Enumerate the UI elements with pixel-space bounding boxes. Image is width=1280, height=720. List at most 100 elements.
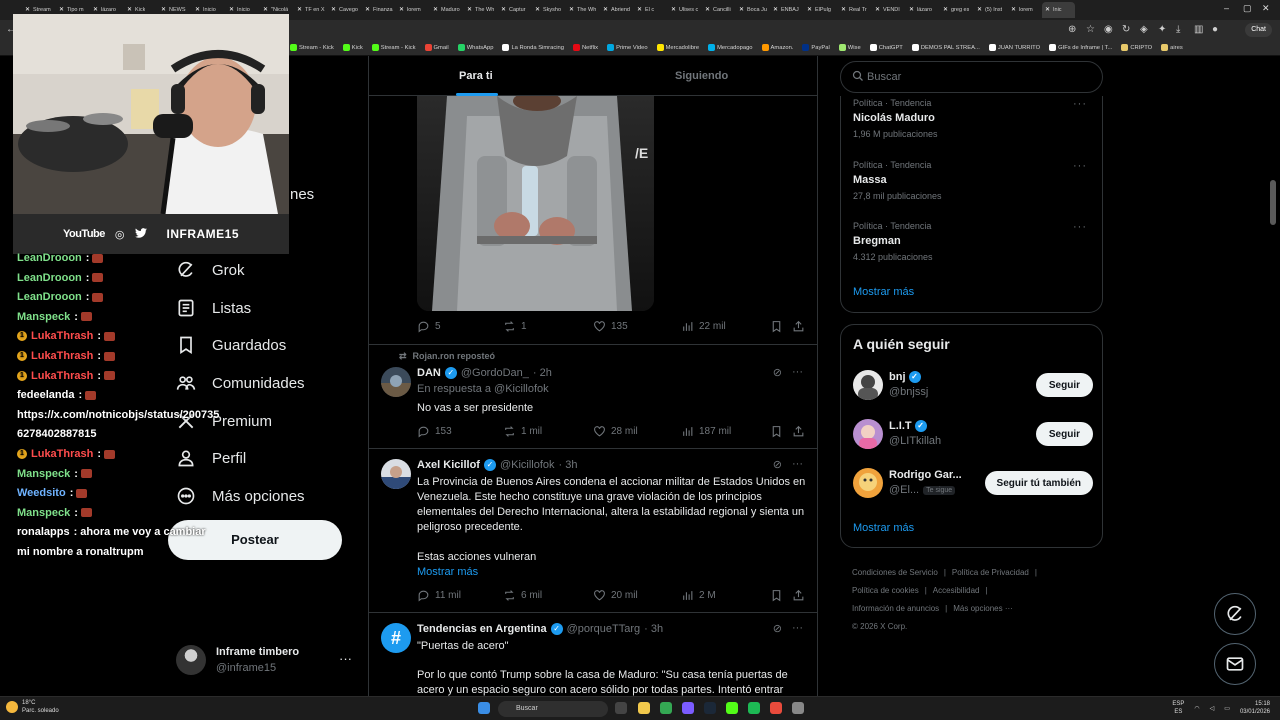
bookmark-item[interactable]: PayPal [802,44,830,51]
tab-following[interactable]: Siguiendo [675,70,728,82]
maximize-window-icon[interactable]: ▢ [1243,3,1252,14]
browser-tab[interactable]: ✕ Cancilli [702,2,735,18]
trend-item[interactable]: Política · Tendencia Bregman 4.312 publi… [853,221,1093,262]
share-button[interactable] [792,425,805,438]
browser-tab[interactable]: ✕ Skysho [532,2,565,18]
zoom-icon[interactable]: ⊕ [1068,24,1076,35]
bookmark-item[interactable]: GIFs de Inframe | T... [1049,44,1112,51]
shield-icon[interactable]: ◈ [1140,24,1148,35]
bookmark-item[interactable]: CRIPTO [1121,44,1152,51]
tweet-image[interactable]: /E [417,96,654,311]
hashtag-avatar-icon[interactable]: # [381,623,411,653]
avatar-icon[interactable]: ● [1212,24,1218,35]
views-button[interactable]: 2 M [681,589,716,602]
browser-tab[interactable]: ✕ The Wh [566,2,599,18]
bookmark-button[interactable] [770,589,783,602]
search-input[interactable] [867,62,1087,92]
bookmark-item[interactable]: ChatGPT [869,44,903,51]
nav-item-lists[interactable]: Listas [176,298,251,318]
footer-link[interactable]: Condiciones de Servicio [852,568,938,577]
browser-tab[interactable]: ✕ VENDI [872,2,905,18]
nav-item-more-options[interactable]: Más opciones [176,486,305,506]
browser-tab[interactable]: ✕ lorem [396,2,429,18]
bookmark-item[interactable]: Mercadolibre [656,44,699,51]
bookmark-item[interactable]: Stream - Kick [371,44,416,51]
timestamp[interactable]: · 2h [533,367,552,379]
chrome-icon[interactable] [770,702,782,714]
more-icon[interactable]: ··· [792,366,803,379]
browser-tab[interactable]: ✕ Abriend [600,2,633,18]
discord-icon[interactable] [682,702,694,714]
show-more-link[interactable]: Mostrar más [417,565,478,580]
more-icon[interactable]: ··· [1073,160,1087,172]
trend-item[interactable]: Política · Tendencia Nicolás Maduro 1,96… [853,98,1093,139]
bookmark-button[interactable] [770,320,783,333]
trend-item[interactable]: Política · Tendencia Massa 27,8 mil publ… [853,160,1093,201]
browser-tab[interactable]: ✕ Inic [1042,2,1075,18]
grok-icon[interactable]: ⊘ [773,622,782,635]
steam-icon[interactable] [704,702,716,714]
browser-tab[interactable]: ✕ ElPulg [804,2,837,18]
spotify-icon[interactable] [748,702,760,714]
bookmark-item[interactable]: Mercadopago [708,44,753,51]
footer-link[interactable]: Política de cookies [852,586,919,595]
display-name[interactable]: DAN [417,367,441,379]
bookmark-star-icon[interactable]: ☆ [1086,24,1095,35]
language-indicator[interactable]: ESP ES [1172,700,1184,716]
nav-item-communities[interactable]: Comunidades [176,373,305,393]
browser-tab[interactable]: ✕ Boca Ju [736,2,769,18]
grok-icon[interactable]: ⊘ [773,458,782,471]
bookmark-item[interactable]: Stream - Kick [290,44,334,51]
bookmark-item[interactable]: WhatsApp [457,44,493,51]
browser-tab[interactable]: ✕ lázaro [906,2,939,18]
handle[interactable]: @Kicillofok [500,459,555,471]
browser-tab[interactable]: ✕ Finanza [362,2,395,18]
show-more-link[interactable]: Mostrar más [853,522,914,534]
windows-start-icon[interactable] [478,702,490,714]
browser-tab[interactable]: ✕ The Wh [464,2,497,18]
copilot-chat-button[interactable]: Chat [1245,23,1272,37]
handle[interactable]: @GordoDan_ [461,367,529,379]
footer-link[interactable]: Información de anuncios [852,604,939,613]
bookmark-item[interactable]: Prime Video [607,44,648,51]
reply-button[interactable]: 5 [417,320,441,333]
nav-item-profile[interactable]: Perfil [176,448,246,468]
bookmark-item[interactable]: Wise [838,44,861,51]
follow-button[interactable]: Seguir [1035,373,1093,397]
reply-button[interactable]: 11 mil [417,589,461,602]
display-name[interactable]: Axel Kicillof [417,459,480,471]
minimize-window-icon[interactable]: – [1224,3,1229,13]
avatar[interactable] [381,367,411,397]
reply-context[interactable]: En respuesta a @Kicillofok [417,383,549,395]
bookmark-item[interactable]: aires [1161,44,1183,51]
file-explorer-icon[interactable] [638,702,650,714]
follow-suggestion[interactable]: bnj ✓ @bnjssj Seguir [853,369,1093,403]
repost-button[interactable]: 1 mil [503,425,542,438]
battery-icon[interactable]: ▭ [1224,705,1230,712]
nav-item-notifications-partial[interactable]: nes [290,186,314,203]
bookmark-item[interactable]: JUAN TURRITO [988,44,1040,51]
share-button[interactable] [792,320,805,333]
reply-button[interactable]: 153 [417,425,452,438]
nav-item-grok[interactable]: Grok [176,260,245,280]
wifi-icon[interactable]: ◠ [1194,705,1199,712]
close-window-icon[interactable]: ✕ [1262,3,1270,14]
browser-tab[interactable]: ✕ (5) Inst [974,2,1007,18]
bookmark-button[interactable] [770,425,783,438]
footer-link[interactable]: Accesibilidad [933,586,980,595]
refresh-extension-icon[interactable]: ↻ [1122,24,1130,35]
bookmark-item[interactable]: Netflix [572,44,598,51]
browser-tab[interactable]: ✕ Captur [498,2,531,18]
more-icon[interactable]: ··· [1073,221,1087,233]
browser-tab[interactable]: ✕ TF en X [294,2,327,18]
browser-tab[interactable]: ✕ Cavego [328,2,361,18]
more-icon[interactable]: ··· [792,458,803,471]
follow-back-button[interactable]: Seguir tú también [984,471,1093,495]
browser-tab[interactable]: ✕ Maduro [430,2,463,18]
taskbar-search[interactable]: Buscar [498,701,608,717]
tab-for-you[interactable]: Para ti [459,70,493,82]
browser-tab[interactable]: ✕ lorem [1008,2,1041,18]
like-button[interactable]: 135 [593,320,628,333]
volume-icon[interactable]: ◁ [1210,705,1215,712]
browser-tab[interactable]: ✕ ENBAJ [770,2,803,18]
